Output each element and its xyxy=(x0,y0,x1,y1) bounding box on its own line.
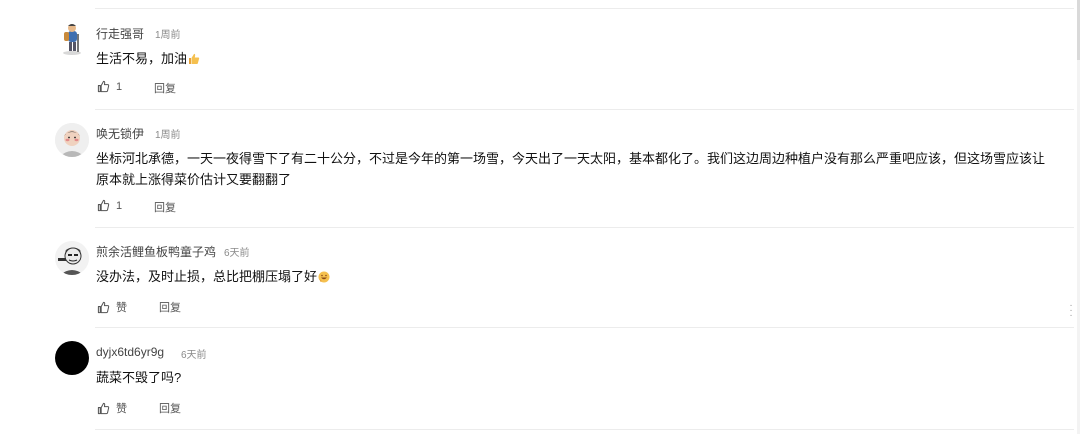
like-count: 1 xyxy=(116,199,123,212)
divider xyxy=(95,8,1074,9)
divider xyxy=(95,227,1074,228)
comment-time: 1周前 xyxy=(155,30,181,41)
divider xyxy=(95,429,1074,430)
person-avatar-icon xyxy=(55,123,89,157)
like-count: 1 xyxy=(116,80,123,93)
comment-text-content: 没办法，及时止损，总比把棚压塌了好 xyxy=(96,269,318,284)
reply-button[interactable]: 回复 xyxy=(159,400,181,416)
hiker-avatar-icon xyxy=(63,24,81,55)
comment-time: 6天前 xyxy=(181,350,207,361)
comment-author[interactable]: 行走强哥 xyxy=(96,25,144,42)
thumbs-up-icon xyxy=(97,80,110,93)
divider xyxy=(95,327,1074,328)
thumbs-up-icon xyxy=(97,199,110,212)
like-label: 赞 xyxy=(116,302,127,314)
comment-text: 蔬菜不毁了吗? xyxy=(96,370,182,385)
like-button[interactable]: 赞 xyxy=(97,299,127,315)
reply-label: 回复 xyxy=(154,202,176,214)
like-button[interactable]: 1 xyxy=(97,199,122,212)
more-vertical-icon[interactable]: · · · xyxy=(1068,301,1074,321)
avatar[interactable] xyxy=(55,341,89,375)
like-label: 赞 xyxy=(116,403,127,415)
reply-label: 回复 xyxy=(159,403,181,415)
reply-label: 回复 xyxy=(154,83,176,95)
comment-time: 1周前 xyxy=(155,130,181,141)
reply-button[interactable]: 回复 xyxy=(154,199,176,215)
like-button[interactable]: 赞 xyxy=(97,400,127,416)
grin-emoji-icon xyxy=(318,268,330,289)
comment-text: 坐标河北承德，一天一夜得雪下了有二十公分，不过是今年的第一场雪，今天出了一天太阳… xyxy=(96,151,1046,187)
avatar[interactable] xyxy=(55,241,89,275)
reply-button[interactable]: 回复 xyxy=(159,299,181,315)
comment-text-content: 生活不易，加油 xyxy=(96,51,188,66)
reply-label: 回复 xyxy=(159,302,181,314)
thumbs-up-emoji-icon xyxy=(188,50,200,71)
comment-author[interactable]: 唤无锁伊 xyxy=(96,125,144,142)
comment-time: 6天前 xyxy=(224,248,250,259)
like-button[interactable]: 1 xyxy=(97,80,122,93)
divider xyxy=(95,109,1074,110)
avatar[interactable] xyxy=(55,22,89,56)
comment-author[interactable]: dyjx6td6yr9g xyxy=(96,345,164,359)
cartoon-avatar-icon xyxy=(55,241,89,275)
avatar[interactable] xyxy=(55,123,89,157)
thumbs-up-icon xyxy=(97,402,110,414)
comment-text: 没办法，及时止损，总比把棚压塌了好 xyxy=(96,266,1051,289)
comment-text: 生活不易，加油 xyxy=(96,48,1051,71)
thumbs-up-icon xyxy=(97,301,110,313)
reply-button[interactable]: 回复 xyxy=(154,80,176,96)
comment-author[interactable]: 煎余活鲤鱼板鸭童子鸡 xyxy=(96,243,216,260)
